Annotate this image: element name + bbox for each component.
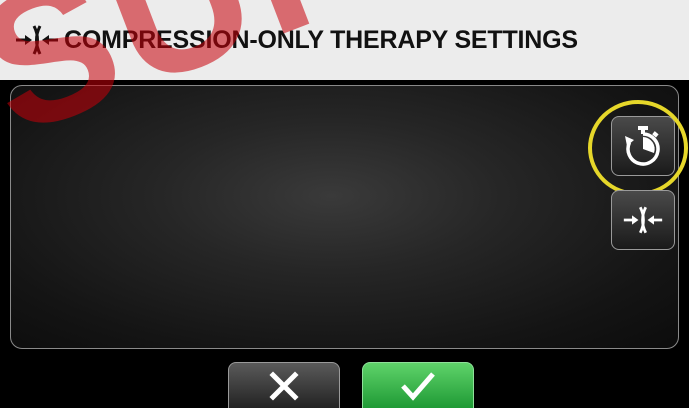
- compression-button[interactable]: [611, 190, 675, 250]
- header-bar: COMPRESSION-ONLY THERAPY SETTINGS: [0, 0, 689, 80]
- therapy-settings-screen: COMPRESSION-ONLY THERAPY SETTINGS: [0, 0, 689, 408]
- checkmark-icon: [401, 371, 435, 401]
- timer-button[interactable]: [611, 116, 675, 176]
- settings-panel: [10, 85, 679, 349]
- close-icon: [269, 370, 299, 401]
- compression-icon: [623, 206, 663, 234]
- page-title: COMPRESSION-ONLY THERAPY SETTINGS: [64, 25, 578, 54]
- confirm-button[interactable]: [362, 362, 474, 408]
- cancel-button[interactable]: [228, 362, 340, 408]
- timer-icon: [625, 126, 660, 166]
- compression-icon: [16, 25, 58, 55]
